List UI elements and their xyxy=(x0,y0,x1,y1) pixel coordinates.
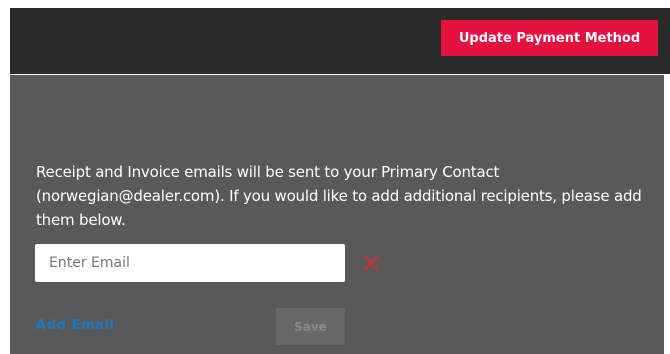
save-button[interactable]: Save xyxy=(276,308,345,345)
add-email-link[interactable]: Add Email xyxy=(36,318,115,333)
update-payment-method-button[interactable]: Update Payment Method xyxy=(441,20,658,56)
remove-email-button[interactable] xyxy=(362,254,380,272)
recipients-notice-text: Receipt and Invoice emails will be sent … xyxy=(36,163,642,229)
email-input[interactable] xyxy=(35,244,345,282)
close-x-icon xyxy=(364,256,378,270)
